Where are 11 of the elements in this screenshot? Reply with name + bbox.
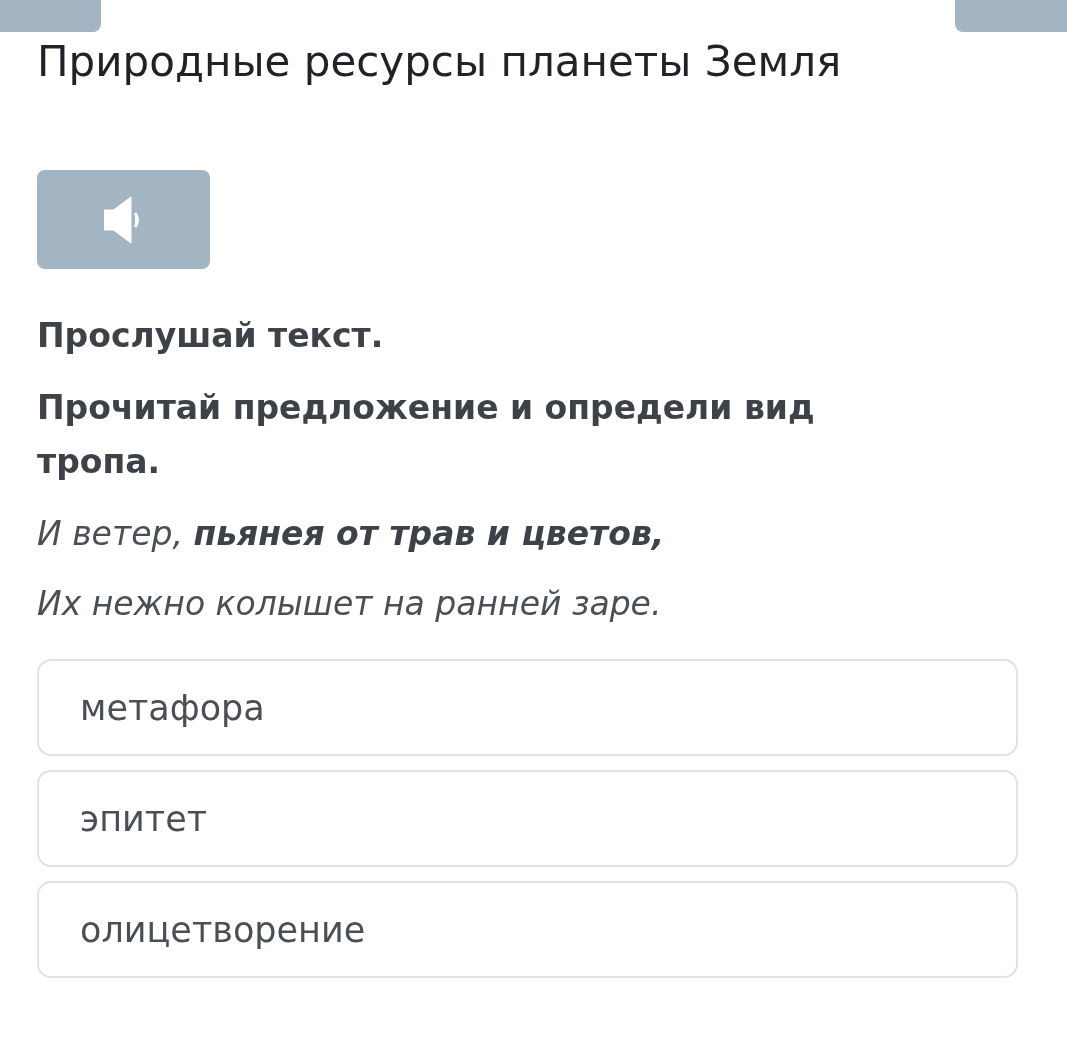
instruction-text: Прочитай предложение и определи вид тропа. xyxy=(37,387,816,483)
answer-option[interactable]: эпитет xyxy=(37,770,1018,867)
audio-button[interactable] xyxy=(37,170,210,269)
nav-button[interactable] xyxy=(955,0,1067,32)
quote-line: И ветер, пьянея от трав и цветов, xyxy=(37,513,666,555)
answer-option[interactable]: олицетворение xyxy=(37,881,1018,978)
answer-option[interactable]: метафора xyxy=(37,659,1018,756)
instruction-text: Прослушай текст. xyxy=(37,315,385,357)
page-title: Природные ресурсы планеты Земля xyxy=(37,36,843,88)
quote-line: Их нежно колышет на ранней заре. xyxy=(37,583,663,625)
nav-button[interactable] xyxy=(0,0,101,32)
